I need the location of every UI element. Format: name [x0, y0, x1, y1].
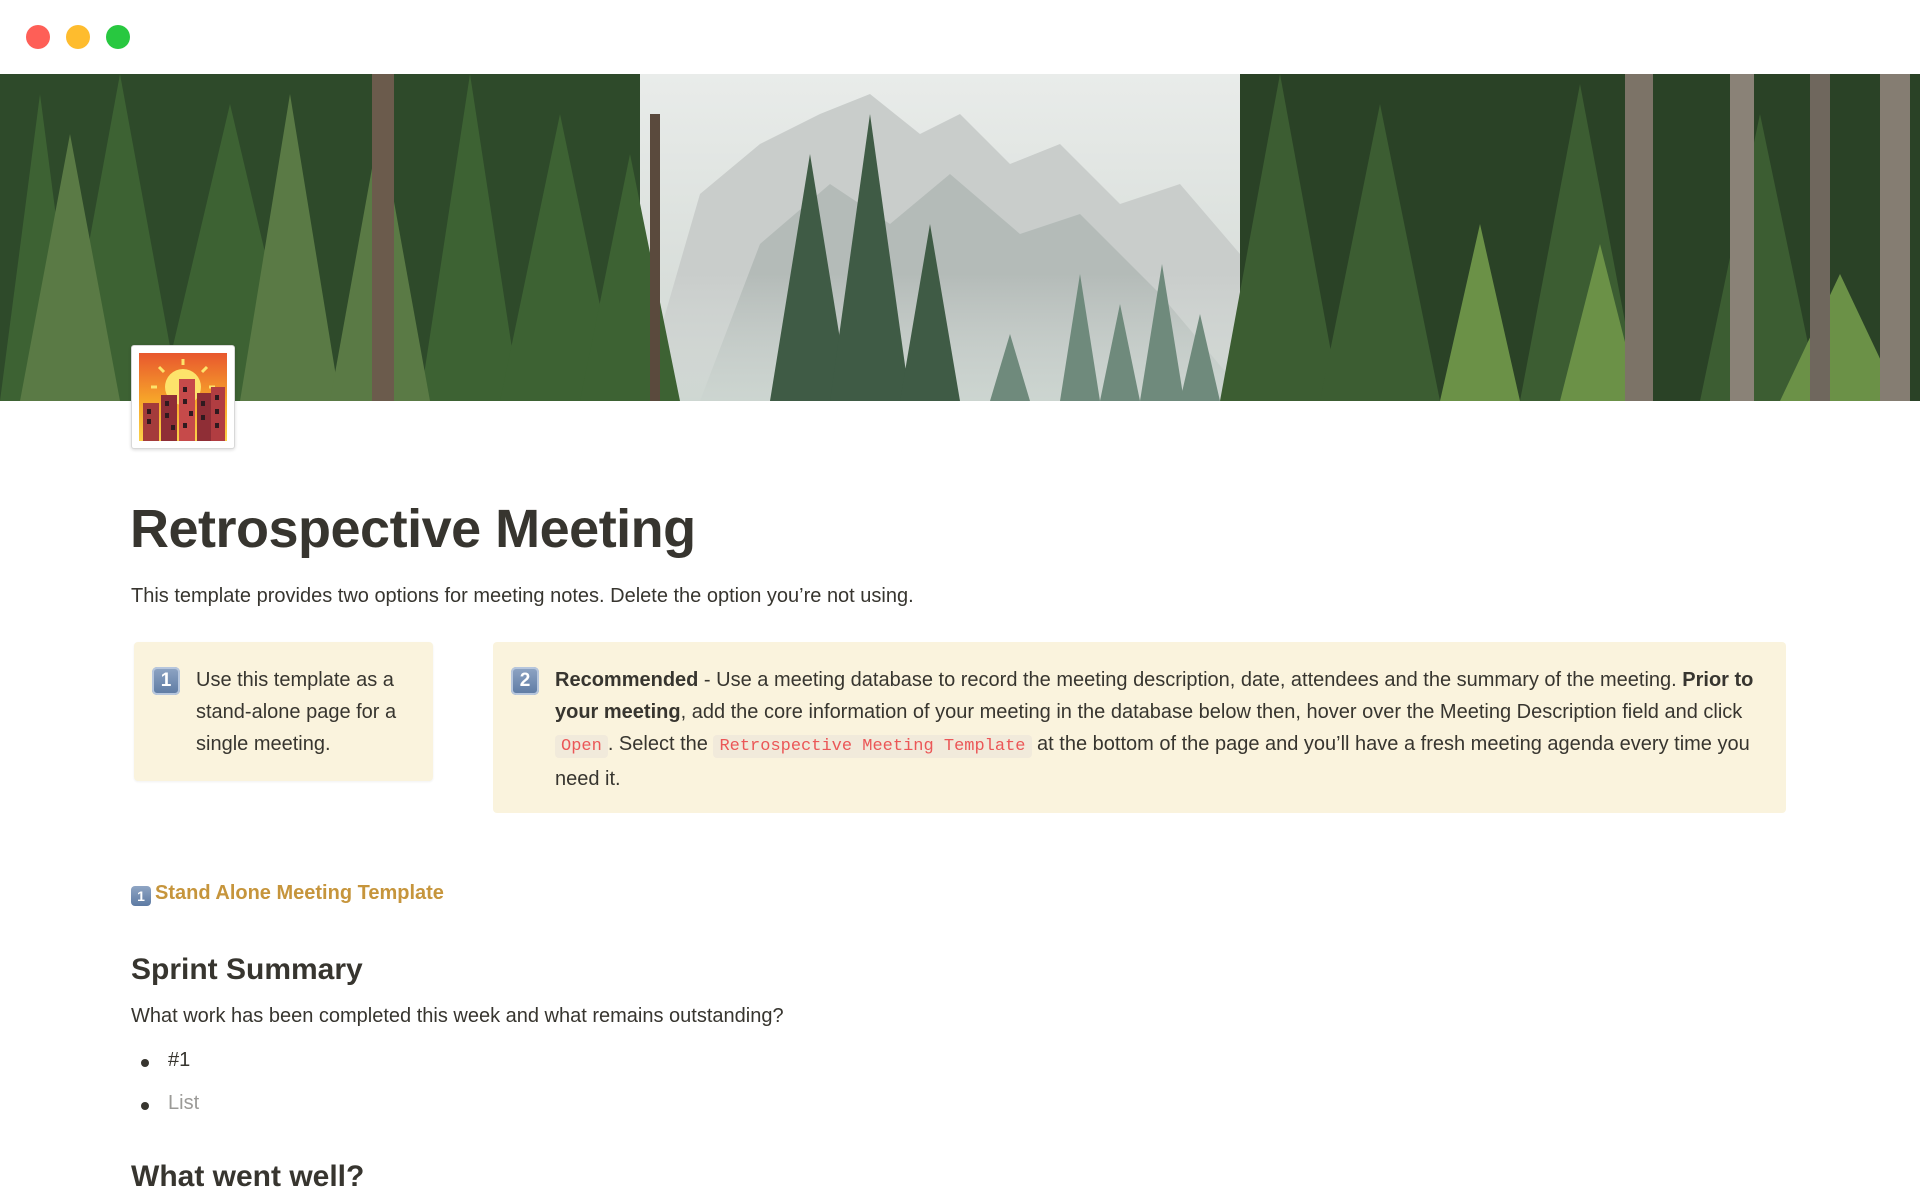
callout-option-one[interactable]: 1 Use this template as a stand-alone pag… — [134, 642, 433, 781]
sprint-summary-question[interactable]: What work has been completed this week a… — [131, 1005, 784, 1028]
callout-two-segment: , add the core information of your meeti… — [680, 701, 1743, 723]
list-item-text: List — [168, 1092, 200, 1114]
callout-two-segment: . Select the — [607, 733, 714, 755]
went-well-heading[interactable]: What went well? — [131, 1160, 364, 1194]
page-title[interactable]: Retrospective Meeting — [130, 498, 696, 560]
callout-two-segment: - Use a meeting database to record the m… — [698, 669, 1683, 691]
cover-image[interactable] — [0, 74, 1920, 401]
callout-one-text[interactable]: Use this template as a stand-alone page … — [196, 664, 411, 760]
stand-alone-template-row: 1 Stand Alone Meeting Template — [131, 882, 444, 906]
sunset-city-icon — [139, 353, 227, 441]
list-item-text: #1 — [168, 1049, 191, 1071]
intro-text[interactable]: This template provides two options for m… — [131, 585, 914, 608]
close-window-button[interactable] — [26, 25, 50, 49]
sprint-summary-heading[interactable]: Sprint Summary — [131, 953, 363, 987]
template-name-inline-code: Retrospective Meeting Template — [713, 735, 1032, 758]
minimize-window-button[interactable] — [66, 25, 90, 49]
keycap-two-icon: 2 — [511, 667, 539, 695]
page-icon[interactable] — [131, 345, 235, 449]
window-titlebar — [0, 0, 1920, 74]
zoom-window-button[interactable] — [106, 25, 130, 49]
open-inline-code: Open — [555, 735, 608, 758]
list-item[interactable]: List — [141, 1092, 199, 1115]
keycap-one-icon: 1 — [131, 886, 151, 906]
stand-alone-meeting-template-link[interactable]: Stand Alone Meeting Template — [155, 882, 444, 904]
callout-two-text[interactable]: Recommended - Use a meeting database to … — [555, 664, 1764, 795]
recommended-label: Recommended — [555, 669, 699, 691]
list-item[interactable]: #1 — [141, 1049, 190, 1072]
callout-option-two[interactable]: 2 Recommended - Use a meeting database t… — [493, 642, 1786, 813]
keycap-one-icon: 1 — [152, 667, 180, 695]
